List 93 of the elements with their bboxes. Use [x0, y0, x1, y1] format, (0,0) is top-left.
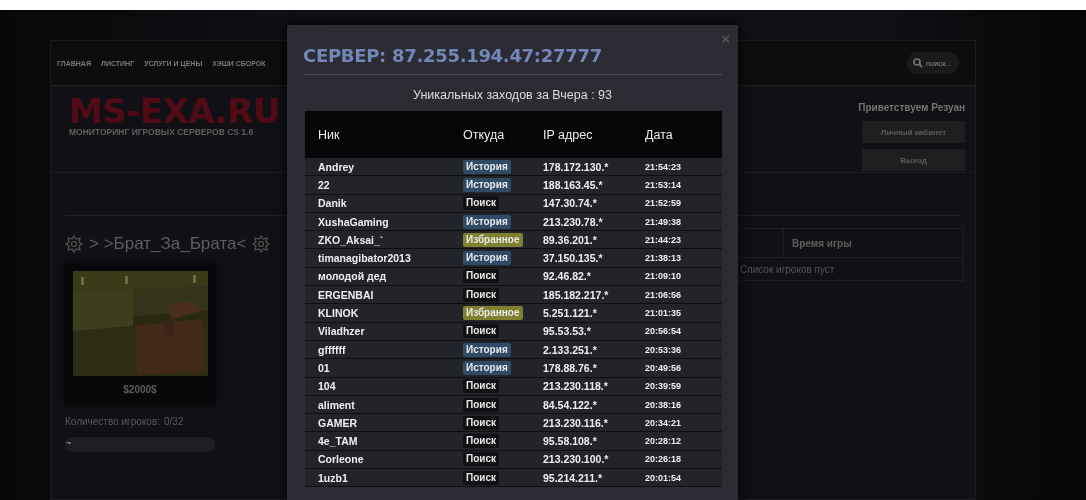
- ip-cell-text: 213.230.100.*: [543, 453, 610, 466]
- source-tag: Поиск: [463, 196, 499, 211]
- logo-subtitle: МОНИТОРИНГ ИГРОВЫХ СЕРВЕРОВ CS 1.6: [69, 127, 255, 137]
- source-tag: Поиск: [463, 287, 499, 302]
- nick-cell-text: Andrey: [317, 160, 356, 173]
- column-header: Время игры: [791, 236, 852, 251]
- players-count: 0/32: [164, 416, 184, 427]
- source-tag: Поиск: [463, 379, 499, 394]
- date-cell-text: 21:49:38: [645, 216, 683, 227]
- source-tag: Поиск: [463, 324, 499, 339]
- source-tag: История: [463, 251, 511, 266]
- nick-cell-text: KLINOK: [317, 307, 360, 319]
- date-cell-text: 21:01:35: [645, 308, 683, 318]
- nick-cell-text: Corleone: [317, 453, 365, 466]
- source-tag: История: [463, 159, 511, 174]
- logo-title: MS-EXA.RU: [69, 96, 281, 126]
- ip-cell-text: 95.58.108.*: [543, 435, 598, 448]
- nick-cell-text: ZKO_Aksai_`: [317, 233, 385, 246]
- server-title: > >Брат_За_Брата<: [89, 234, 247, 254]
- modal-title: СЕРВЕР: 87.255.194.47:27777: [303, 45, 603, 66]
- bar-text: ~: [66, 438, 72, 448]
- date-cell-text: 20:38:16: [645, 399, 683, 410]
- nick-cell-text: 104: [317, 380, 337, 393]
- date-cell-text: 21:53:14: [645, 179, 683, 190]
- ip-cell-text: 2.133.251.*: [543, 343, 598, 356]
- ip-cell-text: 95.53.53.*: [543, 325, 592, 338]
- column-header: Откуда: [463, 127, 506, 142]
- ip-cell-text: 5.251.121.*: [543, 307, 598, 319]
- nick-cell-text: 01: [317, 361, 331, 374]
- map-caption: $2000$: [123, 384, 157, 395]
- source-tag: История: [463, 214, 511, 229]
- ip-cell-text: 84.54.122.*: [543, 398, 598, 411]
- nick-cell-text: 1uzb1: [317, 471, 349, 484]
- date-cell-text: 20:34:21: [645, 417, 683, 428]
- date-cell-text: 21:06:56: [645, 289, 683, 300]
- nick-cell-text: aliment: [317, 398, 356, 411]
- source-tag: Поиск: [463, 452, 499, 467]
- nick-cell-text: ERGENBAI: [317, 288, 375, 301]
- ip-cell-text: 147.30.74.*: [543, 197, 598, 210]
- ip-cell-text: 213.230.78.*: [543, 215, 604, 228]
- date-cell-text: 20:01:54: [645, 472, 683, 483]
- date-cell-text: 20:28:12: [645, 436, 683, 447]
- ip-cell-text: 213.230.118.*: [543, 380, 609, 393]
- ip-cell-text: 188.163.45.*: [543, 178, 604, 191]
- date-cell-text: 20:56:54: [645, 326, 683, 337]
- nick-cell-text: gffffff: [317, 343, 347, 356]
- ip-cell-text: 178.172.130.*: [543, 160, 610, 173]
- gear-icon: [65, 235, 83, 253]
- ip-cell-text: 185.182.217.*: [543, 288, 610, 301]
- source-tag: Поиск: [463, 397, 499, 412]
- account-button[interactable]: Выход: [862, 149, 965, 171]
- players-label: Количество игроков:: [65, 416, 160, 427]
- nick-cell-text: Viladhzer: [317, 325, 366, 338]
- source-tag: Избранное: [463, 306, 523, 320]
- source-tag: Поиск: [463, 470, 499, 485]
- date-cell-text: 20:26:18: [645, 454, 683, 465]
- date-cell-text: 21:52:59: [645, 198, 683, 209]
- nick-cell-text: timanagibator2013: [317, 252, 412, 265]
- ip-cell-text: 213.230.116.*: [543, 416, 609, 429]
- source-tag: История: [463, 177, 511, 192]
- source-tag: История: [463, 342, 511, 357]
- ip-cell-text: 178.88.76.*: [543, 361, 598, 374]
- date-cell-text: 21:54:23: [645, 161, 683, 172]
- nick-cell-text: Danik: [317, 197, 348, 210]
- empty-message: Список игроков пуст: [739, 263, 835, 275]
- date-cell-text: 21:44:23: [645, 234, 683, 245]
- source-tag: История: [463, 360, 511, 375]
- column-header: IP адрес: [543, 127, 594, 142]
- greeting-text: Приветствуем Резуан: [858, 102, 965, 113]
- source-tag: Избранное: [463, 232, 523, 247]
- source-tag: Поиск: [463, 434, 499, 449]
- ip-cell-text: 89.36.201.*: [543, 233, 598, 246]
- source-tag: Поиск: [463, 269, 499, 284]
- account-button[interactable]: Личный кабинет: [862, 121, 965, 143]
- ip-cell-text: 92.46.82.*: [543, 270, 592, 283]
- date-cell-text: 21:38:13: [645, 253, 683, 264]
- date-cell-text: 20:49:56: [645, 362, 683, 373]
- date-cell-text: 20:39:59: [645, 381, 683, 392]
- visits-summary: Уникальных заходов за Вчера : 93: [412, 88, 613, 102]
- column-header: Ник: [317, 127, 341, 142]
- nick-cell-text: молодой дед: [317, 270, 388, 283]
- nick-cell-text: 22: [317, 178, 331, 191]
- search-icon: [913, 58, 923, 68]
- date-cell-text: 21:09:10: [645, 271, 683, 282]
- column-header: Дата: [645, 127, 674, 142]
- nick-cell-text: GAMER: [317, 416, 359, 429]
- source-tag: Поиск: [463, 415, 499, 430]
- ip-cell-text: 95.214.211.*: [543, 471, 603, 484]
- gear-icon: [252, 235, 271, 253]
- nick-cell-text: XushaGaming: [317, 215, 390, 228]
- nick-cell-text: 4e_TAM: [317, 435, 359, 448]
- ip-cell-text: 37.150.135.*: [543, 252, 604, 265]
- date-cell-text: 20:53:36: [645, 344, 683, 355]
